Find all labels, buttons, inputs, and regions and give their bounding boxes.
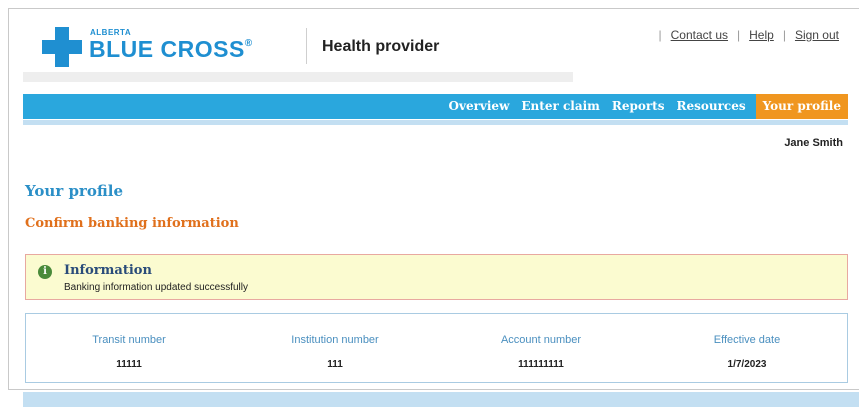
header-band	[23, 72, 573, 82]
info-message-box: i Information Banking information update…	[25, 254, 848, 300]
page-title: Your profile	[25, 182, 123, 200]
nav-overview[interactable]: Overview	[443, 94, 516, 119]
info-icon: i	[38, 265, 52, 279]
main-nav: Overview Enter claim Reports Resources Y…	[23, 94, 848, 119]
account-number-value: 111111111	[518, 359, 564, 370]
help-link[interactable]: Help	[749, 28, 774, 42]
alberta-blue-cross-logo[interactable]: ALBERTA BLUE CROSS®	[42, 25, 292, 71]
institution-number-label: Institution number	[291, 334, 379, 346]
nav-your-profile[interactable]: Your profile	[755, 94, 848, 119]
portal-title: Health provider	[322, 38, 440, 55]
transit-number-label: Transit number	[92, 334, 166, 346]
contact-us-link[interactable]: Contact us	[671, 28, 728, 42]
info-message: Banking information updated successfully	[64, 282, 248, 293]
section-subtitle: Confirm banking information	[25, 216, 239, 231]
bottom-strip	[23, 392, 859, 407]
banking-details: Transit number 11111 Institution number …	[25, 313, 848, 383]
account-number-label: Account number	[500, 334, 582, 346]
cross-logo-icon	[42, 27, 82, 67]
nav-underline	[23, 120, 848, 125]
logo-brand-text: BLUE CROSS®	[89, 36, 253, 62]
header-divider	[306, 28, 307, 64]
nav-enter-claim[interactable]: Enter claim	[515, 94, 605, 119]
institution-number-value: 111	[327, 359, 343, 370]
nav-reports[interactable]: Reports	[606, 94, 671, 119]
effective-date-value: 1/7/2023	[727, 359, 767, 370]
user-name: Jane Smith	[784, 137, 843, 149]
info-title: Information	[64, 263, 152, 278]
transit-number-value: 11111	[116, 359, 142, 370]
utility-links: | Contact us | Help | Sign out	[658, 28, 839, 42]
nav-resources[interactable]: Resources	[670, 94, 751, 119]
sign-out-link[interactable]: Sign out	[795, 28, 839, 42]
effective-date-label: Effective date	[713, 334, 781, 346]
